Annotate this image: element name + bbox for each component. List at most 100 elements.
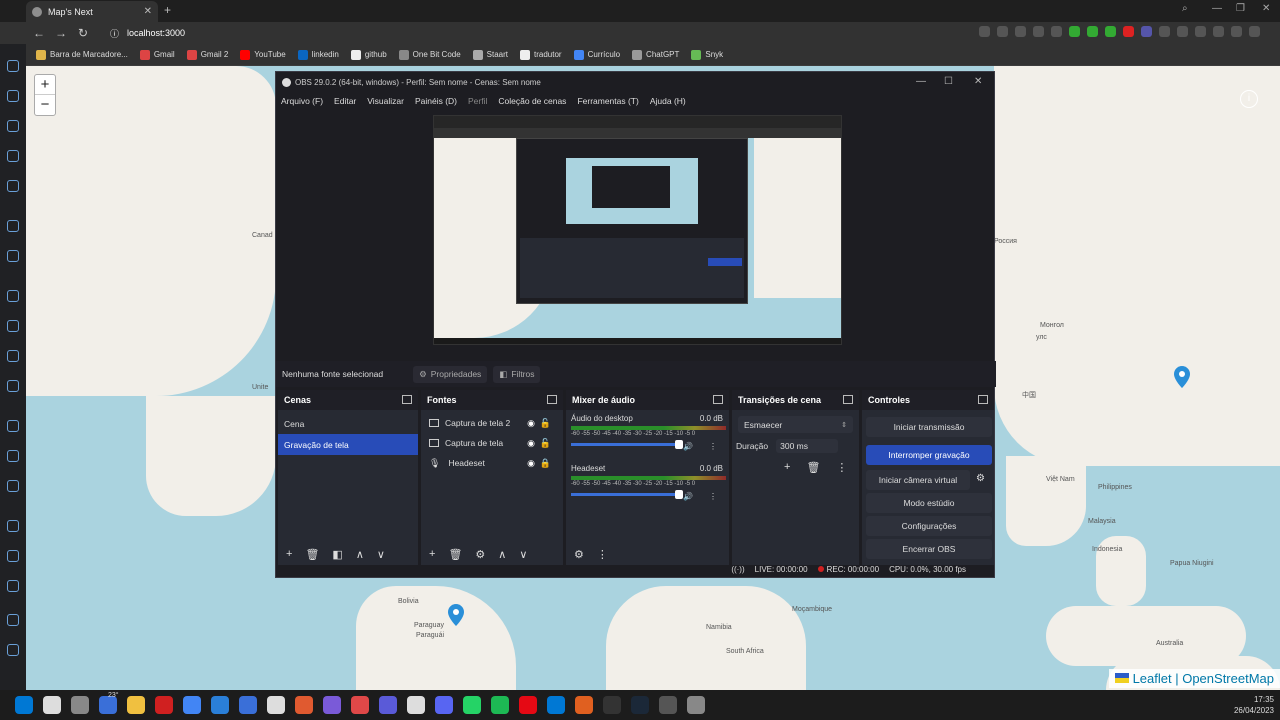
sidebar-app-icon[interactable] [7, 350, 19, 362]
source-item[interactable]: Captura de tela ◉ 🔓 [421, 433, 563, 453]
menu-item[interactable]: Coleção de cenas [498, 96, 566, 106]
move-down-icon[interactable]: ∨ [377, 548, 385, 561]
sidebar-app-icon[interactable] [7, 580, 19, 592]
exit-obs-button[interactable]: Encerrar OBS [866, 539, 992, 559]
sidebar-app-icon[interactable] [7, 450, 19, 462]
filter-icon[interactable]: ◧ [332, 548, 342, 561]
bookmark-item[interactable]: Gmail [139, 49, 175, 60]
reload-icon[interactable]: ↻ [72, 26, 94, 40]
scene-item[interactable]: Cena [278, 413, 418, 434]
taskbar-app-icon[interactable] [547, 696, 565, 714]
more-options-icon[interactable]: ⋮ [709, 492, 717, 501]
search-icon[interactable] [43, 696, 61, 714]
add-icon[interactable]: + [286, 548, 292, 560]
sidebar-app-icon[interactable] [7, 380, 19, 392]
studio-mode-button[interactable]: Modo estúdio [866, 493, 992, 513]
extension-icon[interactable] [1087, 26, 1098, 37]
bookmark-item[interactable]: ChatGPT [632, 49, 679, 60]
taskbar-app-icon[interactable] [323, 696, 341, 714]
move-up-icon[interactable]: ∧ [498, 548, 506, 561]
menu-item[interactable]: Painéis (D) [415, 96, 457, 106]
leaflet-link[interactable]: Leaflet [1133, 671, 1172, 686]
move-up-icon[interactable]: ∧ [356, 548, 364, 561]
new-tab-icon[interactable]: + [164, 3, 171, 17]
taskbar-app-icon[interactable] [183, 696, 201, 714]
undock-icon[interactable] [978, 395, 988, 404]
osm-link[interactable]: OpenStreetMap [1182, 671, 1274, 686]
bookmark-item[interactable]: github [350, 49, 387, 60]
menu-item[interactable]: Visualizar [367, 96, 404, 106]
gear-icon[interactable]: ⚙ [976, 473, 985, 484]
taskbar-app-icon[interactable] [603, 696, 621, 714]
sidebar-app-icon[interactable] [7, 60, 19, 72]
taskbar-app-icon[interactable] [631, 696, 649, 714]
taskbar-app-icon[interactable] [435, 696, 453, 714]
taskbar-app-icon[interactable] [659, 696, 677, 714]
extension-icon[interactable] [1213, 26, 1224, 37]
stop-recording-button[interactable]: Interromper gravação [866, 445, 992, 465]
clock-date[interactable]: 26/04/2023 [1234, 705, 1274, 716]
start-streaming-button[interactable]: Iniciar transmissão [866, 417, 992, 437]
clock-time[interactable]: 17:35 [1234, 694, 1274, 705]
sidebar-app-icon[interactable] [7, 120, 19, 132]
advanced-audio-icon[interactable]: ⚙ [574, 548, 584, 561]
duration-input[interactable]: 300 ms [776, 439, 839, 453]
bookmark-item[interactable]: YouTube [240, 49, 286, 60]
sidebar-app-icon[interactable] [7, 180, 19, 192]
taskbar-app-icon[interactable] [239, 696, 257, 714]
menu-item[interactable]: Ferramentas (T) [577, 96, 638, 106]
eye-icon[interactable]: ◉ [527, 458, 535, 469]
zoom-in-button[interactable]: + [35, 75, 55, 95]
sidebar-app-icon[interactable] [7, 290, 19, 302]
bookmark-item[interactable]: Gmail 2 [186, 49, 228, 60]
map-marker-icon[interactable] [1174, 366, 1190, 388]
trash-icon[interactable]: 🗑 [305, 548, 319, 561]
taskbar-app-icon[interactable] [267, 696, 285, 714]
bookmark-item[interactable]: Currículo [573, 49, 620, 60]
start-icon[interactable] [15, 696, 33, 714]
extension-icon[interactable] [1051, 26, 1062, 37]
minimize-icon[interactable]: — [1212, 3, 1222, 14]
profile-icon[interactable] [1231, 26, 1242, 37]
undock-icon[interactable] [843, 395, 853, 404]
bookmark-item[interactable]: Barra de Marcadore... [36, 49, 128, 60]
more-options-icon[interactable]: ⋮ [836, 461, 847, 474]
scene-item[interactable]: Gravação de tela [278, 434, 418, 455]
sidebar-app-icon[interactable] [7, 480, 19, 492]
forward-icon[interactable]: → [50, 26, 72, 40]
eye-icon[interactable]: ◉ [527, 438, 535, 449]
sidebar-app-icon[interactable] [7, 644, 19, 656]
unlock-icon[interactable]: 🔓 [540, 418, 551, 429]
extension-icon[interactable] [979, 26, 990, 37]
settings-button[interactable]: Configurações [866, 516, 992, 536]
sidebar-app-icon[interactable] [7, 550, 19, 562]
menu-item[interactable]: Editar [334, 96, 356, 106]
bookmark-item[interactable]: Snyk [691, 49, 723, 60]
extension-icon[interactable] [1105, 26, 1116, 37]
undock-icon[interactable] [402, 395, 412, 404]
extension-icon[interactable] [1195, 26, 1206, 37]
taskbar-app-icon[interactable] [491, 696, 509, 714]
sidebar-app-icon[interactable] [7, 150, 19, 162]
back-icon[interactable]: ← [28, 26, 50, 40]
transition-select[interactable]: Esmaecer ⇕ [738, 416, 853, 433]
source-item[interactable]: 🎙 Headeset ◉ 🔒 [421, 453, 563, 473]
speaker-icon[interactable]: 🔊 [683, 492, 693, 501]
extension-icon[interactable] [997, 26, 1008, 37]
more-options-icon[interactable]: ⋮ [709, 442, 717, 451]
sidebar-app-icon[interactable] [7, 250, 19, 262]
taskbar-app-icon[interactable] [575, 696, 593, 714]
lock-icon[interactable]: 🔒 [540, 458, 551, 469]
extension-icon[interactable] [1069, 26, 1080, 37]
taskbar-app-icon[interactable] [351, 696, 369, 714]
taskbar-app-icon[interactable] [379, 696, 397, 714]
menu-icon[interactable] [1249, 26, 1260, 37]
bookmark-item[interactable]: One Bit Code [398, 49, 461, 60]
taskbar-app-icon[interactable] [155, 696, 173, 714]
undock-icon[interactable] [713, 395, 723, 404]
menu-item[interactable]: Perfil [468, 96, 487, 106]
filters-button[interactable]: ◧ Filtros [493, 365, 541, 383]
extension-icon[interactable] [1123, 26, 1134, 37]
undock-icon[interactable] [547, 395, 557, 404]
info-icon[interactable]: i [1240, 90, 1258, 108]
